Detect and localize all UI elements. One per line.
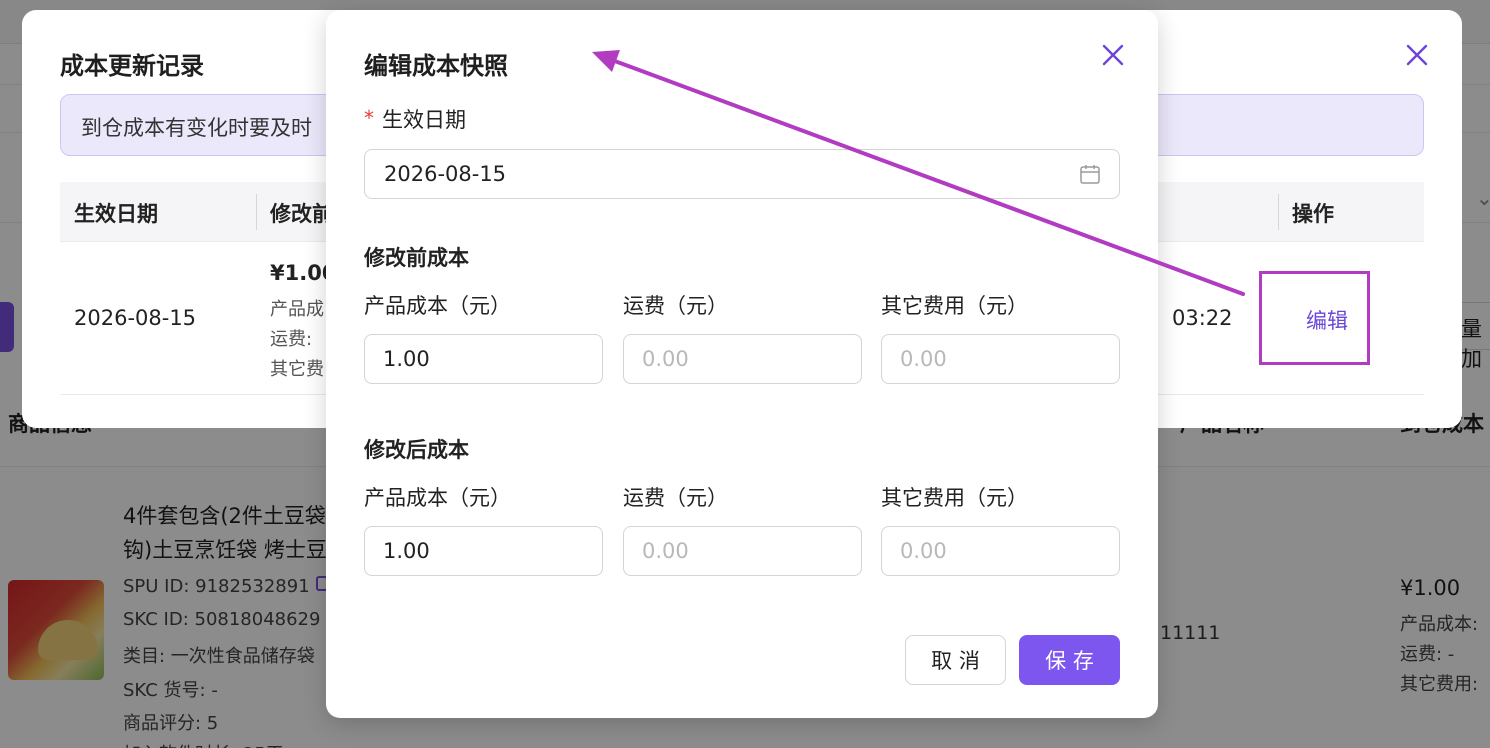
required-mark: * <box>364 106 374 130</box>
save-button[interactable]: 保 存 <box>1019 635 1120 685</box>
row-before-shipping: 运费: <box>270 329 313 350</box>
edit-modal-title: 编辑成本快照 <box>364 52 508 80</box>
before-shipping-input[interactable] <box>623 334 862 384</box>
edit-snapshot-modal: 编辑成本快照 * 生效日期 2026-08-15 修改前成本 产品成本（元） 运… <box>326 10 1158 718</box>
close-icon[interactable] <box>1098 40 1128 70</box>
before-other-input[interactable] <box>881 334 1120 384</box>
after-product-cost-label: 产品成本（元） <box>364 486 511 510</box>
close-icon[interactable] <box>1402 40 1432 70</box>
column-divider <box>256 194 257 230</box>
after-other-label: 其它费用（元） <box>881 486 1028 510</box>
before-shipping-label: 运费（元） <box>623 294 728 318</box>
row-before-other: 其它费 <box>270 359 324 380</box>
cancel-button[interactable]: 取 消 <box>905 635 1006 685</box>
after-product-cost-input[interactable] <box>364 526 603 576</box>
column-divider <box>1278 194 1279 230</box>
row-before-product: 产品成 <box>270 299 324 320</box>
row-time: 03:22 <box>1172 306 1233 330</box>
col-before-header: 修改前 <box>270 202 333 226</box>
history-modal-title: 成本更新记录 <box>60 52 204 80</box>
calendar-icon <box>1080 165 1100 184</box>
effective-date-value: 2026-08-15 <box>384 162 507 186</box>
row-date: 2026-08-15 <box>74 306 197 330</box>
effective-date-label: 生效日期 <box>382 108 466 132</box>
before-other-label: 其它费用（元） <box>881 294 1028 318</box>
col-action-header: 操作 <box>1292 202 1334 226</box>
effective-date-picker[interactable]: 2026-08-15 <box>364 149 1120 199</box>
annotation-highlight-box <box>1259 271 1370 365</box>
before-product-cost-input[interactable] <box>364 334 603 384</box>
before-cost-section-title: 修改前成本 <box>364 246 469 270</box>
after-other-input[interactable] <box>881 526 1120 576</box>
after-shipping-label: 运费（元） <box>623 486 728 510</box>
after-shipping-input[interactable] <box>623 526 862 576</box>
before-product-cost-label: 产品成本（元） <box>364 294 511 318</box>
col-date-header: 生效日期 <box>74 202 158 226</box>
after-cost-section-title: 修改后成本 <box>364 438 469 462</box>
